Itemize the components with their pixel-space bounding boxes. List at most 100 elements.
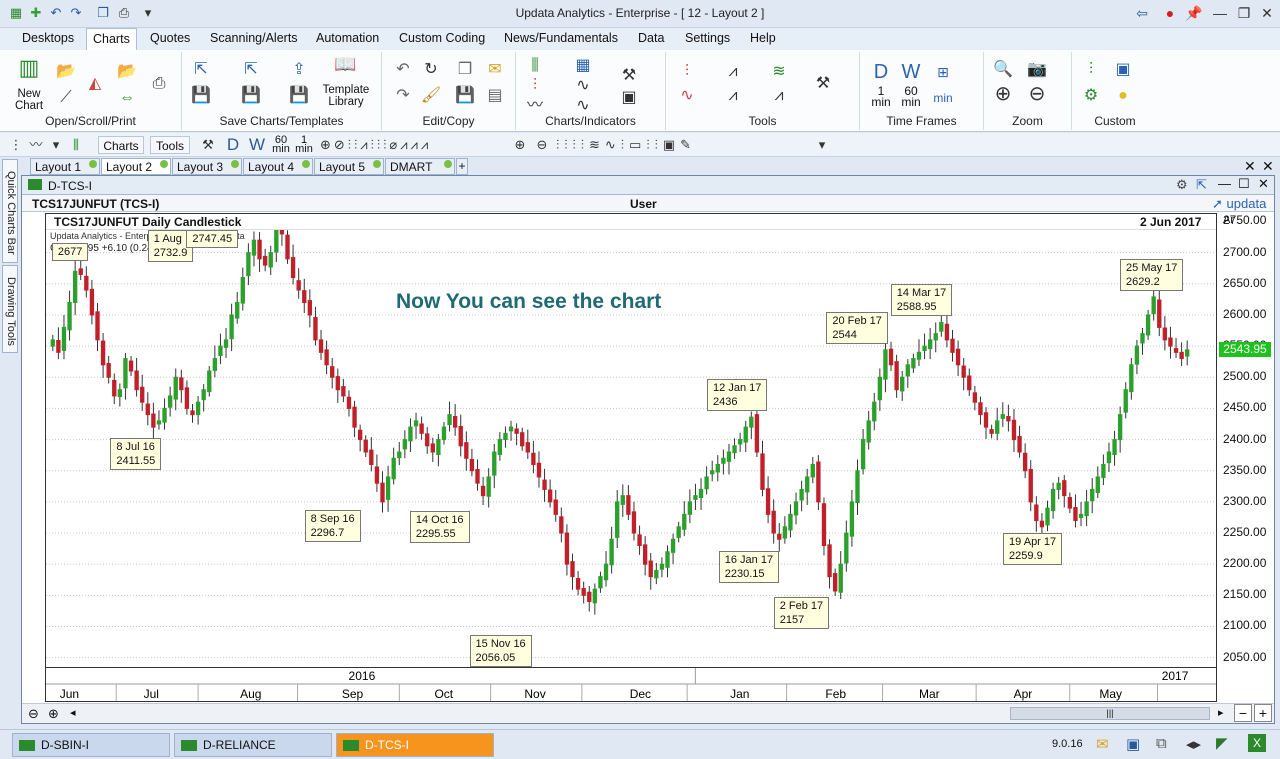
price-annotation[interactable]: 8 Jul 16 2411.55 bbox=[110, 438, 162, 471]
candle-body[interactable] bbox=[1095, 476, 1100, 494]
timeframe-custom-icon[interactable]: ⊞ bbox=[932, 62, 954, 82]
line-tool-icon[interactable]: 〰 bbox=[26, 136, 46, 154]
candle-body[interactable] bbox=[179, 377, 184, 391]
candle-body[interactable] bbox=[385, 476, 391, 500]
candle-body[interactable] bbox=[100, 340, 106, 366]
clipboard-icon[interactable]: ▤ bbox=[484, 86, 506, 106]
layout-tab-1[interactable]: Layout 1 bbox=[30, 158, 100, 175]
layout-tab-3[interactable]: Layout 3 bbox=[172, 158, 242, 175]
candle-body[interactable] bbox=[693, 495, 698, 500]
template-library-icon[interactable]: 📖 bbox=[334, 54, 356, 74]
candle-body[interactable] bbox=[710, 470, 715, 475]
close-layout-icon[interactable]: ✕ bbox=[1244, 158, 1256, 175]
candle-body[interactable] bbox=[927, 339, 933, 350]
custom-window-icon[interactable]: ▣ bbox=[1112, 60, 1134, 80]
price-annotation[interactable]: 14 Oct 16 2295.55 bbox=[409, 510, 470, 543]
candle-body[interactable] bbox=[95, 311, 100, 341]
candle-body[interactable] bbox=[67, 301, 72, 331]
candle-body[interactable] bbox=[1000, 414, 1005, 419]
close-button[interactable]: ✕ bbox=[1257, 4, 1277, 22]
candle-body[interactable] bbox=[458, 425, 463, 447]
toolbar-more-icon[interactable]: ▾ bbox=[814, 136, 830, 154]
new-chart-button[interactable]: New Chart bbox=[8, 88, 50, 112]
candle-body[interactable] bbox=[805, 476, 810, 493]
candle-body[interactable] bbox=[145, 403, 150, 416]
menu-desktops[interactable]: Desktops bbox=[22, 31, 74, 45]
candle-body[interactable] bbox=[950, 338, 955, 353]
candle-body[interactable] bbox=[983, 412, 989, 428]
candle-body[interactable] bbox=[715, 463, 720, 473]
back-icon[interactable]: ⇦ bbox=[1128, 4, 1156, 22]
candle-body[interactable] bbox=[1157, 299, 1162, 328]
menu-scanning-alerts[interactable]: Scanning/Alerts bbox=[210, 31, 298, 45]
nav-arrows-icon[interactable]: ◂▸ bbox=[1186, 735, 1201, 753]
candle-body[interactable] bbox=[855, 470, 860, 503]
candle-body[interactable] bbox=[760, 453, 765, 490]
candle-body[interactable] bbox=[1140, 333, 1145, 344]
chart-close-button[interactable]: ✕ bbox=[1258, 176, 1269, 192]
candle-body[interactable] bbox=[151, 413, 156, 428]
drawing-tools-tab[interactable]: Drawing Tools bbox=[2, 265, 18, 353]
candle-body[interactable] bbox=[195, 401, 201, 416]
candle-body[interactable] bbox=[464, 442, 469, 459]
camera-icon[interactable]: 📷 bbox=[1026, 60, 1048, 80]
menu-charts[interactable]: Charts bbox=[86, 28, 137, 50]
candle-body[interactable] bbox=[860, 439, 866, 470]
candle-body[interactable] bbox=[1123, 389, 1128, 413]
candle-body[interactable] bbox=[503, 432, 508, 441]
candle-body[interactable] bbox=[201, 389, 206, 401]
price-annotation[interactable]: 8 Sep 16 2296.7 bbox=[304, 509, 361, 542]
candle-body[interactable] bbox=[285, 234, 290, 260]
candle-body[interactable] bbox=[726, 451, 732, 462]
timeframe-min-button[interactable]: min bbox=[932, 88, 954, 108]
candle-body[interactable] bbox=[374, 466, 380, 484]
candle-body[interactable] bbox=[419, 423, 424, 434]
candle-body[interactable] bbox=[782, 526, 788, 539]
candle-body[interactable] bbox=[1168, 337, 1173, 347]
candle-body[interactable] bbox=[849, 501, 855, 537]
export-icon[interactable]: ⇱ bbox=[190, 60, 212, 80]
candle-body[interactable] bbox=[721, 457, 726, 464]
candle-body[interactable] bbox=[827, 544, 832, 578]
candle-body[interactable] bbox=[1056, 482, 1061, 490]
candle-body[interactable] bbox=[648, 560, 653, 578]
candle-body[interactable] bbox=[61, 326, 67, 351]
candle-body[interactable] bbox=[218, 345, 223, 356]
candle-body[interactable] bbox=[888, 348, 894, 366]
candle-body[interactable] bbox=[967, 375, 972, 391]
candle-body[interactable] bbox=[955, 348, 961, 366]
candle-body[interactable] bbox=[564, 532, 570, 565]
minimize-button[interactable]: — bbox=[1210, 4, 1230, 22]
candle-body[interactable] bbox=[615, 501, 620, 538]
candle-body[interactable] bbox=[1034, 504, 1039, 522]
candle-body[interactable] bbox=[587, 591, 592, 603]
candle-body[interactable] bbox=[72, 270, 78, 303]
custom-bulb-icon[interactable]: ● bbox=[1112, 86, 1134, 106]
candle-body[interactable] bbox=[799, 488, 804, 501]
candle-body[interactable] bbox=[1062, 480, 1067, 497]
candle-body[interactable] bbox=[117, 389, 123, 398]
panel-icon[interactable]: ▣ bbox=[618, 88, 640, 108]
window-tab-sbin[interactable]: D-SBIN-I bbox=[12, 733, 170, 757]
drawing-tools-strip[interactable]: ⊕⊘⫶⫶⩘⫶⫶⫶⌀⩘⩘⩘ bbox=[320, 136, 520, 154]
price-annotation[interactable]: 20 Feb 17 2544 bbox=[826, 311, 888, 344]
scroll-right-icon[interactable]: ▸ bbox=[1218, 706, 1224, 719]
scroll-zoom-plus-button[interactable]: + bbox=[1254, 704, 1272, 722]
candle-body[interactable] bbox=[1067, 497, 1073, 509]
candle-body[interactable] bbox=[84, 275, 89, 291]
candle-body[interactable] bbox=[408, 426, 413, 442]
menu-settings[interactable]: Settings bbox=[685, 31, 730, 45]
window-tab-tcs[interactable]: D-TCS-I bbox=[336, 733, 494, 757]
open-recent-icon[interactable]: 📂 bbox=[116, 62, 138, 82]
candle-body[interactable] bbox=[1179, 351, 1184, 360]
candle-body[interactable] bbox=[900, 376, 905, 392]
wrench-icon[interactable]: ⚒ bbox=[198, 136, 218, 154]
candle-body[interactable] bbox=[1045, 507, 1050, 526]
candle-body[interactable] bbox=[335, 376, 340, 391]
tile-icon[interactable]: ⧉ bbox=[1156, 735, 1167, 752]
candle-body[interactable] bbox=[346, 396, 352, 409]
candle-body[interactable] bbox=[274, 227, 279, 253]
candlestick-icon[interactable]: ⫼ bbox=[524, 56, 546, 76]
candle-body[interactable] bbox=[257, 239, 262, 260]
zoom-out-scroll-icon[interactable]: ⊖ bbox=[28, 706, 39, 722]
